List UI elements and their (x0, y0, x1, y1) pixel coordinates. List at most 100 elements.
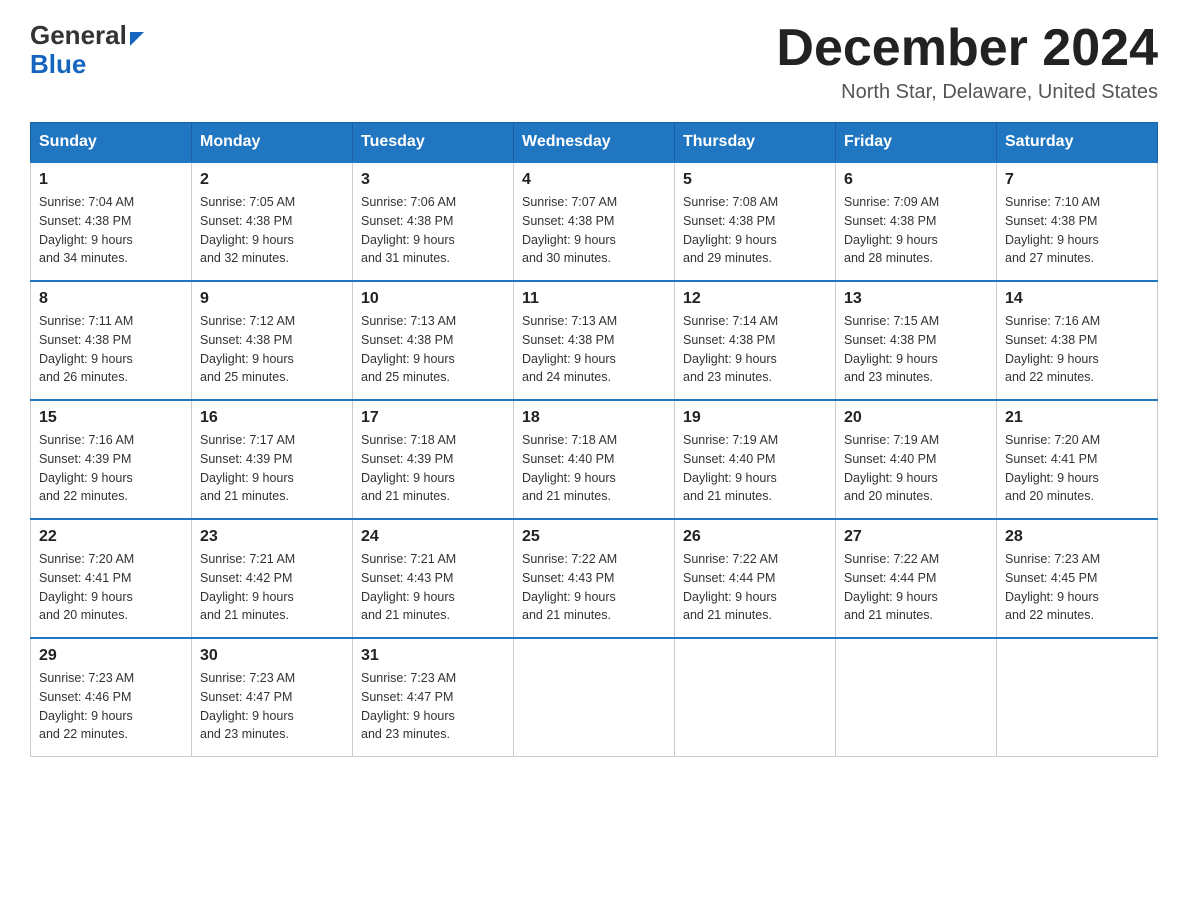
day-cell-31: 31 Sunrise: 7:23 AM Sunset: 4:47 PM Dayl… (353, 638, 514, 757)
day-number: 13 (844, 290, 988, 308)
day-info: Sunrise: 7:05 AM Sunset: 4:38 PM Dayligh… (200, 193, 344, 268)
day-number: 5 (683, 171, 827, 189)
day-number: 9 (200, 290, 344, 308)
day-number: 28 (1005, 528, 1149, 546)
day-cell-22: 22 Sunrise: 7:20 AM Sunset: 4:41 PM Dayl… (31, 519, 192, 638)
day-info: Sunrise: 7:23 AM Sunset: 4:47 PM Dayligh… (200, 669, 344, 744)
day-cell-26: 26 Sunrise: 7:22 AM Sunset: 4:44 PM Dayl… (675, 519, 836, 638)
day-cell-25: 25 Sunrise: 7:22 AM Sunset: 4:43 PM Dayl… (514, 519, 675, 638)
day-cell-14: 14 Sunrise: 7:16 AM Sunset: 4:38 PM Dayl… (997, 281, 1158, 400)
day-info: Sunrise: 7:23 AM Sunset: 4:45 PM Dayligh… (1005, 550, 1149, 625)
day-number: 23 (200, 528, 344, 546)
week-row-1: 1 Sunrise: 7:04 AM Sunset: 4:38 PM Dayli… (31, 162, 1158, 281)
day-cell-11: 11 Sunrise: 7:13 AM Sunset: 4:38 PM Dayl… (514, 281, 675, 400)
day-number: 17 (361, 409, 505, 427)
day-number: 8 (39, 290, 183, 308)
day-number: 20 (844, 409, 988, 427)
day-info: Sunrise: 7:23 AM Sunset: 4:46 PM Dayligh… (39, 669, 183, 744)
day-info: Sunrise: 7:22 AM Sunset: 4:44 PM Dayligh… (844, 550, 988, 625)
day-cell-6: 6 Sunrise: 7:09 AM Sunset: 4:38 PM Dayli… (836, 162, 997, 281)
day-info: Sunrise: 7:14 AM Sunset: 4:38 PM Dayligh… (683, 312, 827, 387)
day-cell-10: 10 Sunrise: 7:13 AM Sunset: 4:38 PM Dayl… (353, 281, 514, 400)
day-info: Sunrise: 7:22 AM Sunset: 4:43 PM Dayligh… (522, 550, 666, 625)
day-cell-17: 17 Sunrise: 7:18 AM Sunset: 4:39 PM Dayl… (353, 400, 514, 519)
day-info: Sunrise: 7:06 AM Sunset: 4:38 PM Dayligh… (361, 193, 505, 268)
day-info: Sunrise: 7:04 AM Sunset: 4:38 PM Dayligh… (39, 193, 183, 268)
empty-cell (836, 638, 997, 757)
day-number: 24 (361, 528, 505, 546)
logo-general-text: General (30, 20, 127, 51)
weekday-header-tuesday: Tuesday (353, 123, 514, 163)
weekday-header-row: SundayMondayTuesdayWednesdayThursdayFrid… (31, 123, 1158, 163)
day-number: 19 (683, 409, 827, 427)
logo: General Blue (30, 20, 144, 80)
week-row-3: 15 Sunrise: 7:16 AM Sunset: 4:39 PM Dayl… (31, 400, 1158, 519)
day-info: Sunrise: 7:21 AM Sunset: 4:42 PM Dayligh… (200, 550, 344, 625)
logo-blue-text: Blue (30, 49, 86, 80)
day-info: Sunrise: 7:19 AM Sunset: 4:40 PM Dayligh… (844, 431, 988, 506)
day-cell-15: 15 Sunrise: 7:16 AM Sunset: 4:39 PM Dayl… (31, 400, 192, 519)
day-number: 21 (1005, 409, 1149, 427)
day-info: Sunrise: 7:11 AM Sunset: 4:38 PM Dayligh… (39, 312, 183, 387)
title-block: December 2024 North Star, Delaware, Unit… (776, 20, 1158, 104)
day-cell-12: 12 Sunrise: 7:14 AM Sunset: 4:38 PM Dayl… (675, 281, 836, 400)
day-number: 31 (361, 647, 505, 665)
day-info: Sunrise: 7:20 AM Sunset: 4:41 PM Dayligh… (39, 550, 183, 625)
day-number: 11 (522, 290, 666, 308)
day-info: Sunrise: 7:22 AM Sunset: 4:44 PM Dayligh… (683, 550, 827, 625)
day-info: Sunrise: 7:21 AM Sunset: 4:43 PM Dayligh… (361, 550, 505, 625)
day-number: 27 (844, 528, 988, 546)
weekday-header-thursday: Thursday (675, 123, 836, 163)
day-number: 18 (522, 409, 666, 427)
day-cell-2: 2 Sunrise: 7:05 AM Sunset: 4:38 PM Dayli… (192, 162, 353, 281)
day-info: Sunrise: 7:09 AM Sunset: 4:38 PM Dayligh… (844, 193, 988, 268)
weekday-header-sunday: Sunday (31, 123, 192, 163)
week-row-4: 22 Sunrise: 7:20 AM Sunset: 4:41 PM Dayl… (31, 519, 1158, 638)
logo-icon: General Blue (30, 20, 144, 80)
day-number: 16 (200, 409, 344, 427)
day-number: 3 (361, 171, 505, 189)
day-number: 22 (39, 528, 183, 546)
day-number: 29 (39, 647, 183, 665)
day-number: 26 (683, 528, 827, 546)
day-cell-29: 29 Sunrise: 7:23 AM Sunset: 4:46 PM Dayl… (31, 638, 192, 757)
weekday-header-friday: Friday (836, 123, 997, 163)
day-info: Sunrise: 7:18 AM Sunset: 4:39 PM Dayligh… (361, 431, 505, 506)
day-cell-5: 5 Sunrise: 7:08 AM Sunset: 4:38 PM Dayli… (675, 162, 836, 281)
day-cell-1: 1 Sunrise: 7:04 AM Sunset: 4:38 PM Dayli… (31, 162, 192, 281)
day-cell-19: 19 Sunrise: 7:19 AM Sunset: 4:40 PM Dayl… (675, 400, 836, 519)
day-cell-27: 27 Sunrise: 7:22 AM Sunset: 4:44 PM Dayl… (836, 519, 997, 638)
day-cell-20: 20 Sunrise: 7:19 AM Sunset: 4:40 PM Dayl… (836, 400, 997, 519)
day-cell-8: 8 Sunrise: 7:11 AM Sunset: 4:38 PM Dayli… (31, 281, 192, 400)
day-cell-30: 30 Sunrise: 7:23 AM Sunset: 4:47 PM Dayl… (192, 638, 353, 757)
day-number: 1 (39, 171, 183, 189)
day-info: Sunrise: 7:08 AM Sunset: 4:38 PM Dayligh… (683, 193, 827, 268)
day-number: 4 (522, 171, 666, 189)
day-cell-3: 3 Sunrise: 7:06 AM Sunset: 4:38 PM Dayli… (353, 162, 514, 281)
calendar-title: December 2024 (776, 20, 1158, 77)
week-row-2: 8 Sunrise: 7:11 AM Sunset: 4:38 PM Dayli… (31, 281, 1158, 400)
day-info: Sunrise: 7:19 AM Sunset: 4:40 PM Dayligh… (683, 431, 827, 506)
day-number: 7 (1005, 171, 1149, 189)
day-info: Sunrise: 7:16 AM Sunset: 4:39 PM Dayligh… (39, 431, 183, 506)
calendar-table: SundayMondayTuesdayWednesdayThursdayFrid… (30, 122, 1158, 757)
calendar-subtitle: North Star, Delaware, United States (776, 81, 1158, 104)
day-cell-13: 13 Sunrise: 7:15 AM Sunset: 4:38 PM Dayl… (836, 281, 997, 400)
weekday-header-monday: Monday (192, 123, 353, 163)
day-number: 25 (522, 528, 666, 546)
day-number: 2 (200, 171, 344, 189)
day-number: 12 (683, 290, 827, 308)
day-cell-28: 28 Sunrise: 7:23 AM Sunset: 4:45 PM Dayl… (997, 519, 1158, 638)
day-info: Sunrise: 7:16 AM Sunset: 4:38 PM Dayligh… (1005, 312, 1149, 387)
day-info: Sunrise: 7:13 AM Sunset: 4:38 PM Dayligh… (361, 312, 505, 387)
day-number: 10 (361, 290, 505, 308)
day-info: Sunrise: 7:10 AM Sunset: 4:38 PM Dayligh… (1005, 193, 1149, 268)
page-header: General Blue December 2024 North Star, D… (30, 20, 1158, 104)
week-row-5: 29 Sunrise: 7:23 AM Sunset: 4:46 PM Dayl… (31, 638, 1158, 757)
day-cell-21: 21 Sunrise: 7:20 AM Sunset: 4:41 PM Dayl… (997, 400, 1158, 519)
weekday-header-saturday: Saturday (997, 123, 1158, 163)
day-number: 15 (39, 409, 183, 427)
day-number: 6 (844, 171, 988, 189)
day-cell-24: 24 Sunrise: 7:21 AM Sunset: 4:43 PM Dayl… (353, 519, 514, 638)
day-info: Sunrise: 7:13 AM Sunset: 4:38 PM Dayligh… (522, 312, 666, 387)
